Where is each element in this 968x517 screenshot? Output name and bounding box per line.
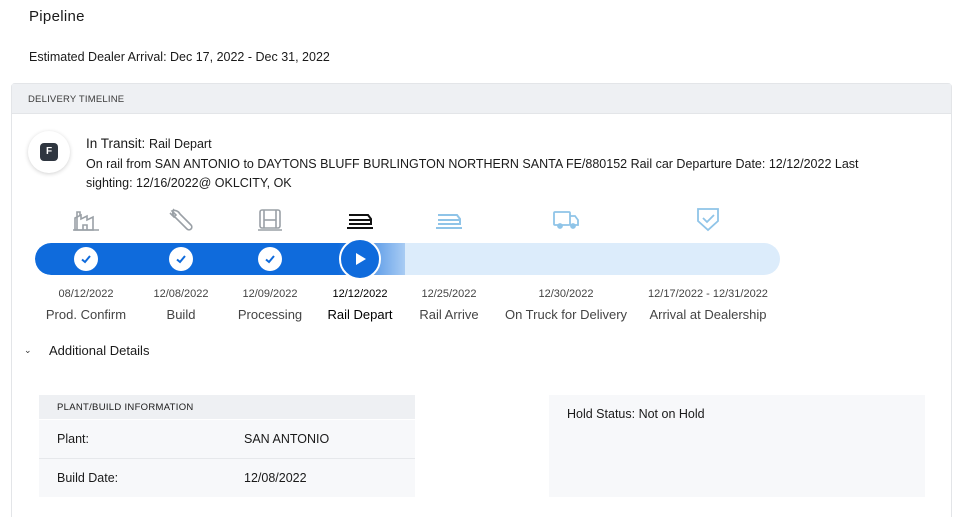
brand-badge: F — [28, 131, 70, 173]
truck-icon — [551, 206, 581, 232]
shield-check-icon — [693, 206, 723, 232]
car-seat-icon — [255, 206, 285, 232]
plant-label: Plant: — [57, 432, 89, 446]
check-icon — [258, 247, 282, 271]
stage-name: Arrival at Dealership — [649, 307, 767, 322]
status-description: On rail from SAN ANTONIO to DAYTONS BLUF… — [86, 157, 859, 190]
build-date-row: Build Date: 12/08/2022 — [39, 458, 415, 497]
status-line: In Transit: Rail Depart — [86, 136, 212, 151]
stage-date: 12/30/2022 — [538, 288, 594, 300]
rail-icon — [345, 206, 375, 232]
rail-icon — [434, 206, 464, 232]
brand-badge-letter: F — [40, 143, 58, 161]
plant-build-panel: PLANT/BUILD INFORMATION Plant: SAN ANTON… — [39, 395, 415, 497]
check-icon — [169, 247, 193, 271]
chevron-down-icon: ⌄ — [24, 345, 32, 355]
stage-date: 12/17/2022 - 12/31/2022 — [648, 288, 768, 300]
additional-details-label: Additional Details — [49, 343, 150, 358]
status-value: Rail Depart — [149, 137, 212, 151]
check-icon — [74, 247, 98, 271]
plant-row: Plant: SAN ANTONIO — [39, 419, 415, 458]
plant-build-header: PLANT/BUILD INFORMATION — [39, 395, 415, 419]
play-icon — [339, 238, 381, 280]
page-title: Pipeline — [29, 8, 85, 25]
factory-icon — [71, 206, 101, 232]
additional-details-toggle[interactable]: ⌄ Additional Details — [24, 343, 149, 358]
stage-name: On Truck for Delivery — [504, 307, 628, 322]
progress-track — [35, 243, 780, 275]
hold-status-panel: Hold Status: Not on Hold — [549, 395, 925, 497]
plant-value: SAN ANTONIO — [244, 432, 330, 446]
wrench-icon — [166, 206, 196, 232]
hold-status: Hold Status: Not on Hold — [567, 407, 705, 421]
build-date-label: Build Date: — [57, 471, 119, 485]
estimated-arrival: Estimated Dealer Arrival: Dec 17, 2022 -… — [29, 50, 330, 64]
status-label: In Transit: — [86, 136, 146, 151]
build-date-value: 12/08/2022 — [244, 471, 307, 485]
delivery-timeline-header: DELIVERY TIMELINE — [12, 84, 951, 114]
